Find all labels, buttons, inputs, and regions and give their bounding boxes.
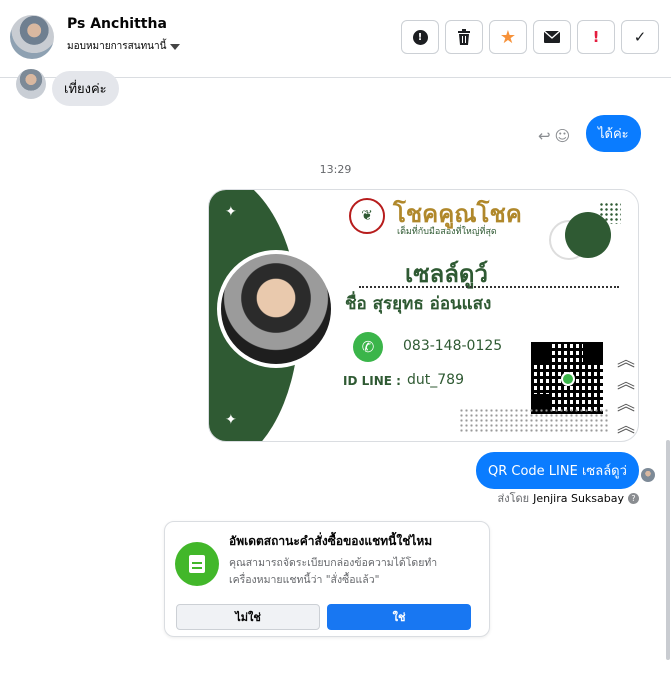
contact-name[interactable]: Ps Anchittha xyxy=(67,16,167,32)
card-phone: 083-148-0125 xyxy=(403,338,503,354)
card-tagline: เต็มที่กับมือสองที่ใหญ่ที่สุด xyxy=(397,227,497,237)
caret-down-icon xyxy=(170,43,181,50)
yes-button[interactable]: ใช่ xyxy=(327,604,471,630)
trash-icon xyxy=(458,29,470,45)
mark-done-button[interactable]: ✓ xyxy=(621,20,659,54)
card-id-value: dut_789 xyxy=(407,372,464,388)
sparkle-icon: ✦ xyxy=(225,204,237,220)
conversation-header: Ps Anchittha มอบหมายการสนทนานี้ ! ★ ! ✓ xyxy=(0,0,671,78)
decor-circle xyxy=(565,212,611,258)
incoming-message[interactable]: เที่ยงค่ะ xyxy=(52,71,119,106)
star-button[interactable]: ★ xyxy=(489,20,527,54)
sent-by-prefix: ส่งโดย xyxy=(497,492,530,505)
sent-by-name: Jenjira Suksabay xyxy=(533,491,624,505)
card-divider xyxy=(359,286,619,288)
envelope-icon xyxy=(544,31,560,43)
exclamation-circle-icon: ! xyxy=(412,29,428,45)
contact-avatar-small xyxy=(16,69,46,99)
sparkle-icon: ✦ xyxy=(225,412,237,428)
decor-dots xyxy=(459,408,609,434)
assign-conversation-dropdown[interactable]: มอบหมายการสนทนานี้ xyxy=(67,39,181,54)
order-status-prompt: อัพเดตสถานะคำสั่งซื้อของแชทนี้ใช่ไหม คุณ… xyxy=(164,521,490,637)
phone-icon: ✆ xyxy=(353,332,383,362)
order-sheet-icon xyxy=(175,542,219,586)
prompt-body: คุณสามารถจัดระเบียบกล่องข้อความได้โดยทำเ… xyxy=(229,557,438,586)
line-logo-icon xyxy=(561,372,575,386)
exclamation-icon: ! xyxy=(592,28,600,46)
message-actions: ↩ ☺ xyxy=(538,127,570,145)
card-id-label: ID LINE : xyxy=(343,374,401,388)
prompt-title: อัพเดตสถานะคำสั่งซื้อของแชทนี้ใช่ไหม xyxy=(229,534,433,548)
message-feed: เที่ยงค่ะ ↩ ☺ ได้ค่ะ 13:29 ✦ ✦ ❦ โชคคูณโ… xyxy=(0,69,671,686)
reply-icon[interactable]: ↩ xyxy=(538,127,551,145)
follow-up-button[interactable]: ! xyxy=(577,20,615,54)
contact-avatar[interactable] xyxy=(10,15,54,59)
card-fullname: ชื่อ สุรยุทธ อ่อนแสง xyxy=(345,294,492,314)
delete-button[interactable] xyxy=(445,20,483,54)
star-icon: ★ xyxy=(499,26,517,48)
business-card-image[interactable]: ✦ ✦ ❦ โชคคูณโชค เต็มที่กับมือสองที่ใหญ่ท… xyxy=(208,189,639,442)
seen-avatar xyxy=(641,468,655,482)
check-icon: ✓ xyxy=(633,28,647,46)
brand-logo: ❦ xyxy=(349,198,385,234)
assign-label: มอบหมายการสนทนานี้ xyxy=(67,41,167,52)
scrollbar[interactable] xyxy=(666,440,670,660)
conversation-toolbar: ! ★ ! ✓ xyxy=(401,20,659,54)
sent-by-label: ส่งโดย Jenjira Suksabay ? xyxy=(498,489,639,507)
no-button[interactable]: ไม่ใช่ xyxy=(176,604,320,630)
profile-photo xyxy=(217,250,335,368)
outgoing-message[interactable]: ได้ค่ะ xyxy=(586,115,641,152)
timestamp: 13:29 xyxy=(319,163,352,176)
chevron-up-icon: ︽ xyxy=(617,416,635,437)
react-icon[interactable]: ☺ xyxy=(555,127,571,145)
outgoing-message[interactable]: QR Code LINE เซลล์ดูว่ xyxy=(476,452,639,489)
help-icon[interactable]: ? xyxy=(628,492,639,504)
spam-button[interactable]: ! xyxy=(401,20,439,54)
mark-unread-button[interactable] xyxy=(533,20,571,54)
